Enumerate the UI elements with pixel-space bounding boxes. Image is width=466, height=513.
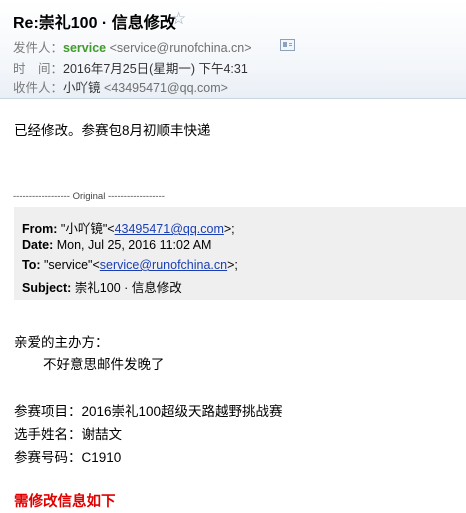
time-value: 2016年7月25日(星期一) 下午4:31 <box>63 62 248 76</box>
quote-subject-label: Subject: <box>22 281 72 295</box>
bib-number-text: 参赛号码：C1910 <box>14 450 122 465</box>
time-label: 时 间： <box>13 62 64 76</box>
quote-to-tail: >; <box>227 258 238 272</box>
sender-row: 发件人：service <service@runofchina.cn> <box>13 37 252 56</box>
original-separator: ------------------ Original ------------… <box>13 191 165 202</box>
quote-from-tail: >; <box>223 222 235 236</box>
quote-date-value: Mon, Jul 25, 2016 11:02 AM <box>53 238 212 252</box>
quote-subject-value: 崇礼100 · 信息修改 <box>71 281 182 295</box>
star-outline-icon[interactable]: ☆ <box>171 9 186 29</box>
quote-to-name: "service"< <box>40 258 100 272</box>
quoted-header-box: From: "小吖镜"<43495471@qq.com>; Date: Mon,… <box>14 207 466 300</box>
quote-from-row: From: "小吖镜"<43495471@qq.com>; <box>22 218 235 237</box>
recipient-name[interactable]: 小吖镜 <box>63 81 101 95</box>
quote-from-email-link[interactable]: 43495471@qq.com <box>115 222 224 236</box>
quote-date-label: Date: <box>22 238 54 252</box>
apology-text: 不好意思邮件发晚了 <box>43 357 165 372</box>
sender-name[interactable]: service <box>63 41 106 55</box>
greeting-text: 亲爱的主办方： <box>14 335 109 350</box>
quote-from-label: From: <box>22 222 58 236</box>
time-row: 时 间：2016年7月25日(星期一) 下午4:31 <box>13 58 248 77</box>
quote-to-label: To: <box>22 258 41 272</box>
reply-text: 已经修改。参赛包8月初顺丰快递 <box>14 123 211 138</box>
to-label: 收件人： <box>13 81 64 95</box>
from-label: 发件人： <box>13 41 64 55</box>
email-header: Re:崇礼100 · 信息修改 ☆ 发件人：service <service@r… <box>0 0 466 99</box>
quote-to-email-link[interactable]: service@runofchina.cn <box>100 258 227 272</box>
quote-subject-row: Subject: 崇礼100 · 信息修改 <box>22 277 182 296</box>
change-info-heading: 需修改信息如下 <box>14 494 116 510</box>
quote-to-row: To: "service"<service@runofchina.cn>; <box>22 258 238 272</box>
contact-card-icon[interactable] <box>280 39 295 51</box>
quote-date-row: Date: Mon, Jul 25, 2016 11:02 AM <box>22 238 211 252</box>
recipient-address[interactable]: <43495471@qq.com> <box>104 81 228 95</box>
event-text: 参赛项目：2016崇礼100超级天路越野挑战赛 <box>14 404 283 419</box>
runner-name-text: 选手姓名：谢喆文 <box>14 427 122 442</box>
sender-address[interactable]: <service@runofchina.cn> <box>110 41 252 55</box>
email-subject: Re:崇礼100 · 信息修改 <box>13 15 176 32</box>
quote-from-name: "小吖镜"< <box>57 222 115 236</box>
recipient-row: 收件人：小吖镜 <43495471@qq.com> <box>13 77 228 96</box>
